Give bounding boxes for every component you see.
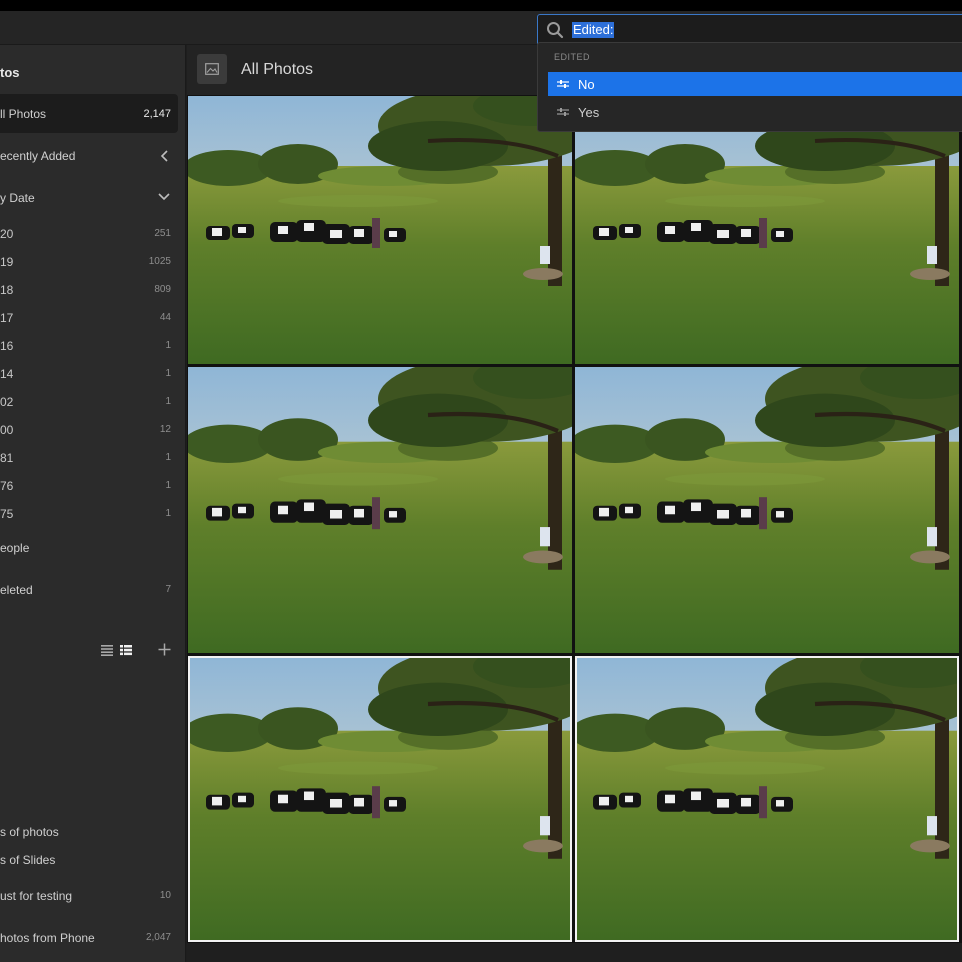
sidebar-item-recently-added[interactable]: ecently Added	[0, 149, 178, 163]
sidebar-item-year[interactable]: 14 1	[0, 367, 178, 381]
sidebar-item-by-date[interactable]: y Date	[0, 191, 178, 205]
sidebar-item-year[interactable]: 19 1025	[0, 255, 178, 269]
filter-dropdown: EDITED No Yes	[537, 42, 962, 132]
year-count: 1	[165, 452, 171, 463]
photo-icon	[197, 54, 227, 84]
photo-thumbnail-selected[interactable]	[575, 656, 959, 942]
sidebar-item-label: eleted	[0, 583, 33, 597]
sidebar-item-all-photos-row[interactable]: ll Photos 2,147	[0, 107, 178, 121]
album-label: hotos from Phone	[0, 931, 95, 945]
year-label: 00	[0, 423, 14, 437]
filter-option-yes[interactable]: Yes	[548, 100, 962, 124]
sidebar-item-year[interactable]: 17 44	[0, 311, 178, 325]
search-query-text: Edited:	[572, 22, 615, 38]
year-label: 16	[0, 339, 14, 353]
sidebar-item-year[interactable]: 16 1	[0, 339, 178, 353]
sidebar-item-deleted[interactable]: eleted 7	[0, 583, 178, 597]
photo-thumbnail[interactable]	[575, 96, 959, 364]
sidebar-item-year[interactable]: 81 1	[0, 451, 178, 465]
chevron-left-icon	[159, 149, 171, 166]
album-label: s of Slides	[0, 853, 56, 867]
album-label: s of photos	[0, 825, 59, 839]
sidebar-item-label: y Date	[0, 191, 35, 205]
album-label: ust for testing	[0, 889, 73, 903]
sidebar-item-label: eople	[0, 541, 30, 555]
sidebar-item-year[interactable]: 18 809	[0, 283, 178, 297]
year-count: 809	[154, 284, 171, 295]
album-count: 10	[159, 890, 171, 901]
year-count: 1	[165, 508, 171, 519]
year-label: 81	[0, 451, 14, 465]
year-count: 12	[159, 424, 171, 435]
sidebar: tos ll Photos 2,147 ecently Added y Date…	[0, 45, 186, 962]
album-item[interactable]: hotos from Phone 2,047	[0, 931, 178, 945]
album-item[interactable]: s of photos	[0, 825, 178, 839]
dropdown-heading: EDITED	[554, 52, 591, 62]
deleted-count: 7	[165, 584, 171, 595]
sidebar-item-year[interactable]: 20 251	[0, 227, 178, 241]
album-item[interactable]: s of Slides	[0, 853, 178, 867]
photo-thumbnail-selected[interactable]	[188, 656, 572, 942]
year-count: 1	[165, 368, 171, 379]
search-icon	[538, 21, 572, 39]
sidebar-item-label: ecently Added	[0, 149, 76, 163]
photo-thumbnail[interactable]	[188, 367, 572, 653]
album-count: 2,047	[145, 932, 171, 943]
year-count: 1	[165, 480, 171, 491]
sliders-icon	[548, 79, 578, 89]
top-bar: Edited:	[0, 11, 962, 46]
photo-thumbnail[interactable]	[188, 96, 572, 364]
year-count: 251	[154, 228, 171, 239]
sidebar-item-year[interactable]: 00 12	[0, 423, 178, 437]
year-label: 76	[0, 479, 14, 493]
year-label: 18	[0, 283, 14, 297]
detail-list-icon[interactable]	[120, 643, 132, 661]
filter-option-no[interactable]: No	[548, 72, 962, 96]
add-album-icon[interactable]	[158, 643, 171, 661]
year-count: 1025	[148, 256, 171, 267]
sidebar-item-year[interactable]: 76 1	[0, 479, 178, 493]
sidebar-title: tos	[0, 65, 20, 80]
sidebar-item-people[interactable]: eople	[0, 541, 178, 555]
year-label: 19	[0, 255, 14, 269]
photo-grid	[187, 95, 962, 943]
year-label: 75	[0, 507, 14, 521]
title-strip	[0, 0, 962, 11]
sliders-icon	[548, 107, 578, 117]
year-count: 1	[165, 340, 171, 351]
sidebar-item-year[interactable]: 75 1	[0, 507, 178, 521]
year-label: 20	[0, 227, 14, 241]
photo-count: 2,147	[143, 108, 171, 120]
album-item[interactable]: ust for testing 10	[0, 889, 178, 903]
bottom-toolbar	[187, 943, 962, 962]
year-count: 44	[159, 312, 171, 323]
option-label: No	[578, 76, 595, 92]
option-label: Yes	[578, 104, 600, 120]
year-count: 1	[165, 396, 171, 407]
list-view-icon[interactable]	[101, 643, 113, 661]
sidebar-item-label: ll Photos	[0, 107, 47, 121]
page-title: All Photos	[241, 61, 314, 78]
year-label: 17	[0, 311, 14, 325]
year-label: 02	[0, 395, 14, 409]
year-label: 14	[0, 367, 14, 381]
sidebar-item-year[interactable]: 02 1	[0, 395, 178, 409]
chevron-down-icon	[157, 191, 171, 206]
photo-thumbnail[interactable]	[575, 367, 959, 653]
